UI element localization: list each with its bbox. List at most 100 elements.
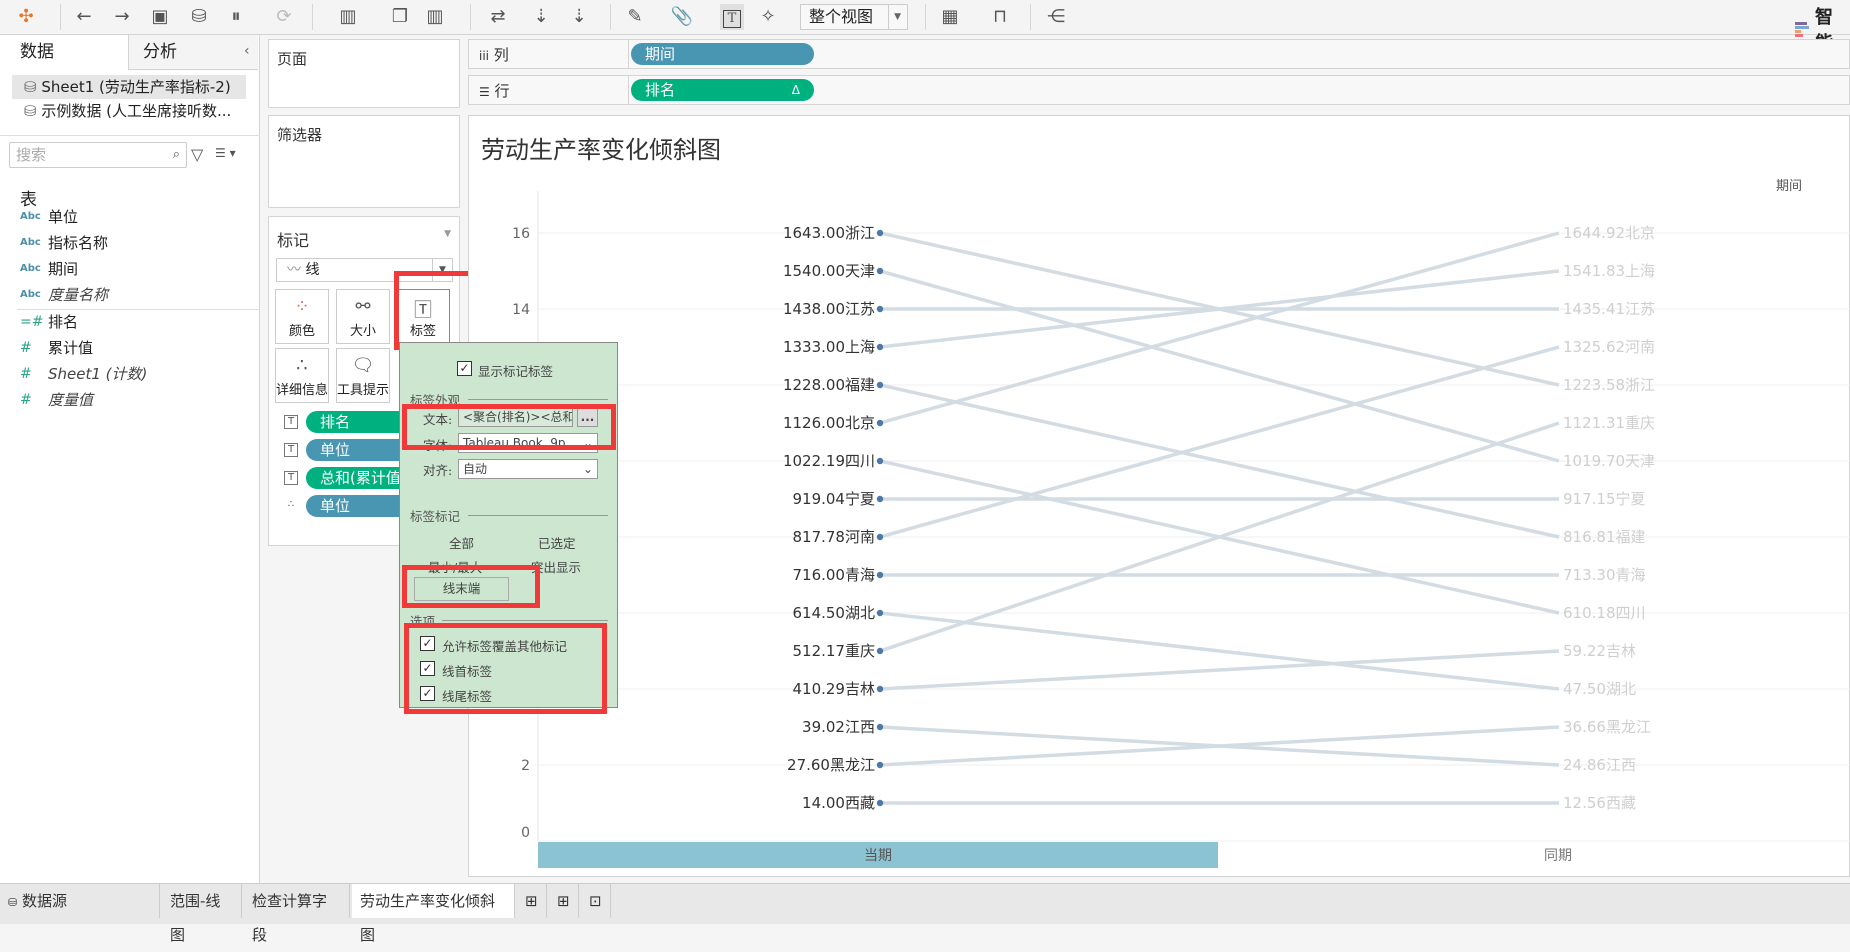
end-label: 1019.70天津 <box>1563 452 1655 470</box>
tableau-logo-button[interactable]: ✣ <box>14 4 38 30</box>
y-tick-label: 16 <box>512 226 530 242</box>
show-labels-checkbox[interactable]: ✓ <box>457 361 472 376</box>
duplicate-sheet-button[interactable]: ❐ <box>388 4 412 30</box>
start-value: 817.78 <box>792 528 845 546</box>
start-point <box>876 381 884 389</box>
redo-icon: → <box>114 6 130 27</box>
field-name: 期间 <box>48 260 79 278</box>
pause-updates-button[interactable]: ⏸ <box>224 4 248 30</box>
end-label: 47.50湖北 <box>1563 680 1636 698</box>
toolbar-separator <box>1030 4 1031 30</box>
data-source-item[interactable]: ⛁ Sheet1 (劳动生产率指标-2) <box>12 75 246 99</box>
new-dashboard-button[interactable]: ⊞ <box>549 884 579 918</box>
start-province: 北京 <box>845 414 875 432</box>
field-dimension[interactable]: Abc 单位 <box>20 205 78 229</box>
field-measure[interactable]: # 累计值 <box>20 336 93 360</box>
save-button[interactable]: ▣ <box>148 4 172 30</box>
string-type-icon: Abc <box>20 237 41 248</box>
size-label: 大小 <box>349 324 376 339</box>
start-province: 宁夏 <box>845 490 875 508</box>
search-placeholder: 搜索 <box>16 146 47 164</box>
option-all[interactable]: 全部 <box>449 533 474 552</box>
marks-menu-icon[interactable]: ▼ <box>444 229 451 239</box>
data-source-item[interactable]: ⛁ 示例数据 (人工坐席接听数... <box>12 99 246 123</box>
string-type-icon: Abc <box>20 289 41 300</box>
group-members-button[interactable]: 📎 <box>670 4 694 30</box>
start-point <box>876 533 884 541</box>
new-data-source-button[interactable]: ⛁ <box>187 4 211 30</box>
start-label: 614.50湖北 <box>792 604 875 622</box>
start-value: 614.50 <box>792 604 845 622</box>
start-value: 1022.19 <box>783 452 845 470</box>
sheet-tab[interactable]: 劳动生产率变化倾斜图 <box>352 884 515 944</box>
refresh-button[interactable]: ⟳ <box>272 4 296 30</box>
size-button[interactable]: ⚯ 大小 <box>336 289 390 344</box>
field-name: 度量值 <box>48 391 94 409</box>
slope-line-河南 <box>879 345 1560 539</box>
new-story-button[interactable]: ⊡ <box>581 884 611 918</box>
start-value: 14.00 <box>802 794 845 812</box>
view-options-icon[interactable]: ☰ ▾ <box>215 146 236 160</box>
end-label: 1223.58浙江 <box>1563 376 1655 394</box>
tab-data[interactable]: 数据 <box>0 35 128 70</box>
data-pane: 数据 分析 ‹ ⛁ Sheet1 (劳动生产率指标-2) ⛁ 示例数据 (人工坐… <box>0 35 260 883</box>
presentation-mode-button[interactable]: ⊓ <box>988 4 1012 30</box>
pages-shelf[interactable]: 页面 <box>268 39 460 108</box>
sort-ascending-button[interactable]: ⇣ <box>529 4 553 30</box>
sheet-tab[interactable]: 范围-线图 <box>162 884 242 944</box>
swap-rows-columns-button[interactable]: ⇄ <box>486 4 510 30</box>
field-measure[interactable]: =# 排名 <box>20 310 78 334</box>
end-value: 1121.31 <box>1563 414 1625 432</box>
toolbar-separator <box>610 4 611 30</box>
color-button[interactable]: ⁘ 颜色 <box>275 289 329 344</box>
end-value: 59.22 <box>1563 642 1606 660</box>
field-dimension[interactable]: Abc 度量名称 <box>20 283 108 307</box>
fit-view-label: 整个视图 <box>809 7 874 26</box>
label-icon: T <box>284 443 298 457</box>
highlight-button[interactable]: ✎ <box>623 4 647 30</box>
field-measure[interactable]: # Sheet1 (计数) <box>20 362 147 386</box>
share-button[interactable]: ⋲ <box>1044 4 1068 30</box>
field-measure[interactable]: # 度量值 <box>20 388 93 412</box>
y-tick-label: 0 <box>521 825 530 841</box>
rows-label: ☰ 行 <box>479 82 510 100</box>
start-province: 西藏 <box>845 794 875 812</box>
tab-analytics[interactable]: 分析 <box>128 35 258 70</box>
start-point <box>876 343 884 351</box>
start-value: 716.00 <box>792 566 845 584</box>
pin-button[interactable]: ✧ <box>756 4 780 30</box>
show-mark-labels-button[interactable]: T <box>720 4 744 30</box>
tab-data-source[interactable]: ⛁ 数据源 <box>0 884 160 918</box>
new-worksheet-button[interactable]: ⊞ <box>517 884 547 918</box>
rows-pill[interactable]: 排名 Δ <box>631 79 814 101</box>
rows-shelf[interactable]: ☰ 行 排名 Δ <box>468 75 1850 105</box>
clear-sheet-button[interactable]: ▥ <box>423 4 447 30</box>
search-input[interactable]: 搜索 ⌕ <box>9 142 187 168</box>
start-point <box>876 229 884 237</box>
sheet-tabs-bar: ⛁ 数据源 范围-线图 检查计算字段 劳动生产率变化倾斜图 ⊞ ⊞ ⊡ <box>0 883 1850 944</box>
option-selected[interactable]: 已选定 <box>538 533 576 552</box>
columns-pill[interactable]: 期间 <box>631 43 814 65</box>
presentation-mode-icon: ⊓ <box>992 6 1008 27</box>
field-dimension[interactable]: Abc 期间 <box>20 257 78 281</box>
sort-descending-button[interactable]: ⇣ <box>567 4 591 30</box>
columns-shelf[interactable]: iii 列 期间 <box>468 39 1850 69</box>
end-province: 天津 <box>1625 452 1655 470</box>
sheet-tab[interactable]: 检查计算字段 <box>244 884 350 944</box>
filters-shelf[interactable]: 筛选器 <box>268 115 460 208</box>
field-dimension[interactable]: Abc 指标名称 <box>20 231 108 255</box>
sort-descending-icon: ⇣ <box>571 6 587 27</box>
filter-icon[interactable]: ▽ <box>191 145 203 164</box>
undo-button[interactable]: ← <box>72 4 96 30</box>
redo-button[interactable]: → <box>110 4 134 30</box>
tooltip-button[interactable]: 🗨 工具提示 <box>336 348 390 403</box>
rows-icon: ☰ <box>479 85 490 99</box>
new-worksheet-button[interactable]: ▥ <box>336 4 360 30</box>
alignment-dropdown[interactable]: 自动 ⌄ <box>458 459 598 479</box>
detail-button[interactable]: ∴ 详细信息 <box>275 348 329 403</box>
collapse-pane-icon[interactable]: ‹ <box>244 43 250 59</box>
fit-view-dropdown[interactable]: 整个视图 ▼ <box>800 4 908 30</box>
string-type-icon: Abc <box>20 263 41 274</box>
show-me-button[interactable]: ▦ <box>938 4 962 30</box>
string-type-icon: Abc <box>20 211 41 222</box>
